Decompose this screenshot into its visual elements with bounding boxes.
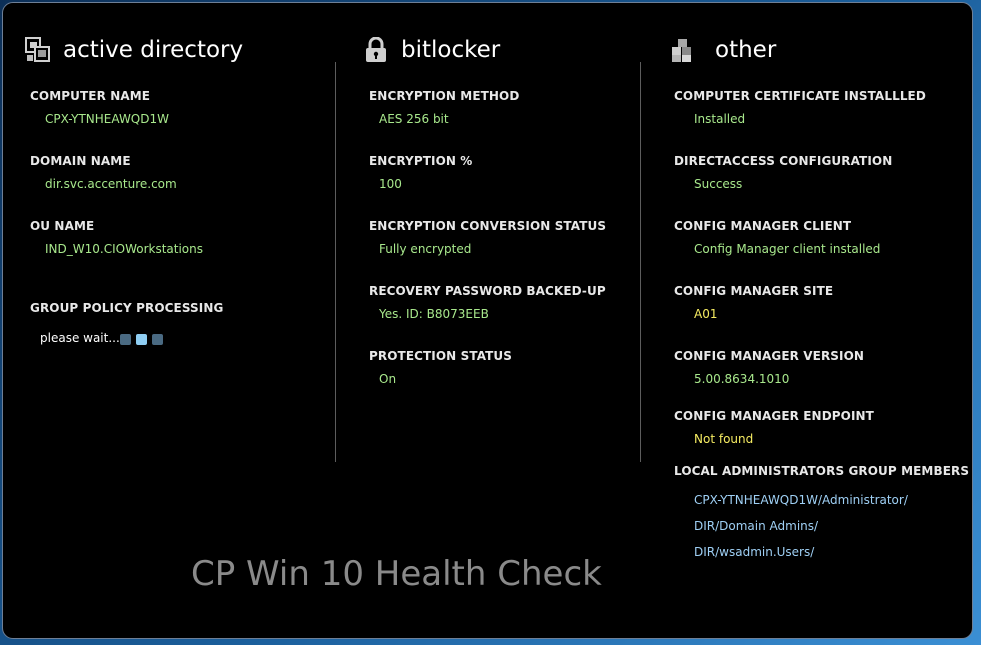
config-manager-version-value: 5.00.8634.1010 xyxy=(694,372,790,386)
recovery-password-label: RECOVERY PASSWORD BACKED-UP xyxy=(369,284,606,298)
group-policy-status: please wait... xyxy=(40,331,120,345)
active-directory-icon xyxy=(25,37,51,63)
certificate-label: COMPUTER CERTIFICATE INSTALLLED xyxy=(674,89,926,103)
domain-name-label: DOMAIN NAME xyxy=(30,154,131,168)
config-manager-version-label: CONFIG MANAGER VERSION xyxy=(674,349,865,363)
health-check-window: active directory bitlocker other COMPUTE… xyxy=(2,2,973,639)
config-manager-site-value: A01 xyxy=(694,307,718,321)
recovery-password-value: Yes. ID: B8073EEB xyxy=(379,307,489,321)
protection-status-label: PROTECTION STATUS xyxy=(369,349,513,363)
bitlocker-title: bitlocker xyxy=(401,37,501,63)
encryption-method-label: ENCRYPTION METHOD xyxy=(369,89,520,103)
column-divider xyxy=(640,62,641,462)
config-manager-endpoint-value: Not found xyxy=(694,432,754,446)
ou-name-value: IND_W10.CIOWorkstations xyxy=(45,242,204,256)
other-title: other xyxy=(715,37,777,63)
conversion-status-label: ENCRYPTION CONVERSION STATUS xyxy=(369,219,607,233)
directaccess-value: Success xyxy=(694,177,743,191)
ou-name-label: OU NAME xyxy=(30,219,95,233)
app-title: CP Win 10 Health Check xyxy=(191,554,602,594)
column-divider xyxy=(335,62,336,462)
directaccess-label: DIRECTACCESS CONFIGURATION xyxy=(674,154,893,168)
group-policy-label: GROUP POLICY PROCESSING xyxy=(30,301,224,315)
config-manager-site-label: CONFIG MANAGER SITE xyxy=(674,284,834,298)
config-manager-endpoint-label: CONFIG MANAGER ENDPOINT xyxy=(674,409,874,423)
loading-dot xyxy=(120,334,131,345)
computer-name-label: COMPUTER NAME xyxy=(30,89,151,103)
bitlocker-header: bitlocker xyxy=(363,34,500,66)
loading-dot xyxy=(136,334,147,345)
domain-name-value: dir.svc.accenture.com xyxy=(45,177,177,191)
lock-icon xyxy=(363,36,389,63)
local-admins-label: LOCAL ADMINISTRATORS GROUP MEMBERS xyxy=(674,464,970,478)
config-manager-client-value: Config Manager client installed xyxy=(694,242,881,256)
protection-status-value: On xyxy=(379,372,397,386)
config-manager-client-label: CONFIG MANAGER CLIENT xyxy=(674,219,852,233)
encryption-percent-label: ENCRYPTION % xyxy=(369,154,473,168)
computer-name-value: CPX-YTNHEAWQD1W xyxy=(45,112,169,126)
boxes-icon xyxy=(669,37,695,63)
local-admin-member: DIR/Domain Admins/ xyxy=(694,519,819,533)
local-admin-member: CPX-YTNHEAWQD1W/Administrator/ xyxy=(694,493,908,507)
other-header: other xyxy=(669,34,776,66)
encryption-percent-value: 100 xyxy=(379,177,402,191)
conversion-status-value: Fully encrypted xyxy=(379,242,472,256)
loading-dot xyxy=(152,334,163,345)
active-directory-title: active directory xyxy=(63,37,244,63)
active-directory-header: active directory xyxy=(25,34,243,66)
certificate-value: Installed xyxy=(694,112,746,126)
encryption-method-value: AES 256 bit xyxy=(379,112,449,126)
local-admin-member: DIR/wsadmin.Users/ xyxy=(694,545,815,559)
